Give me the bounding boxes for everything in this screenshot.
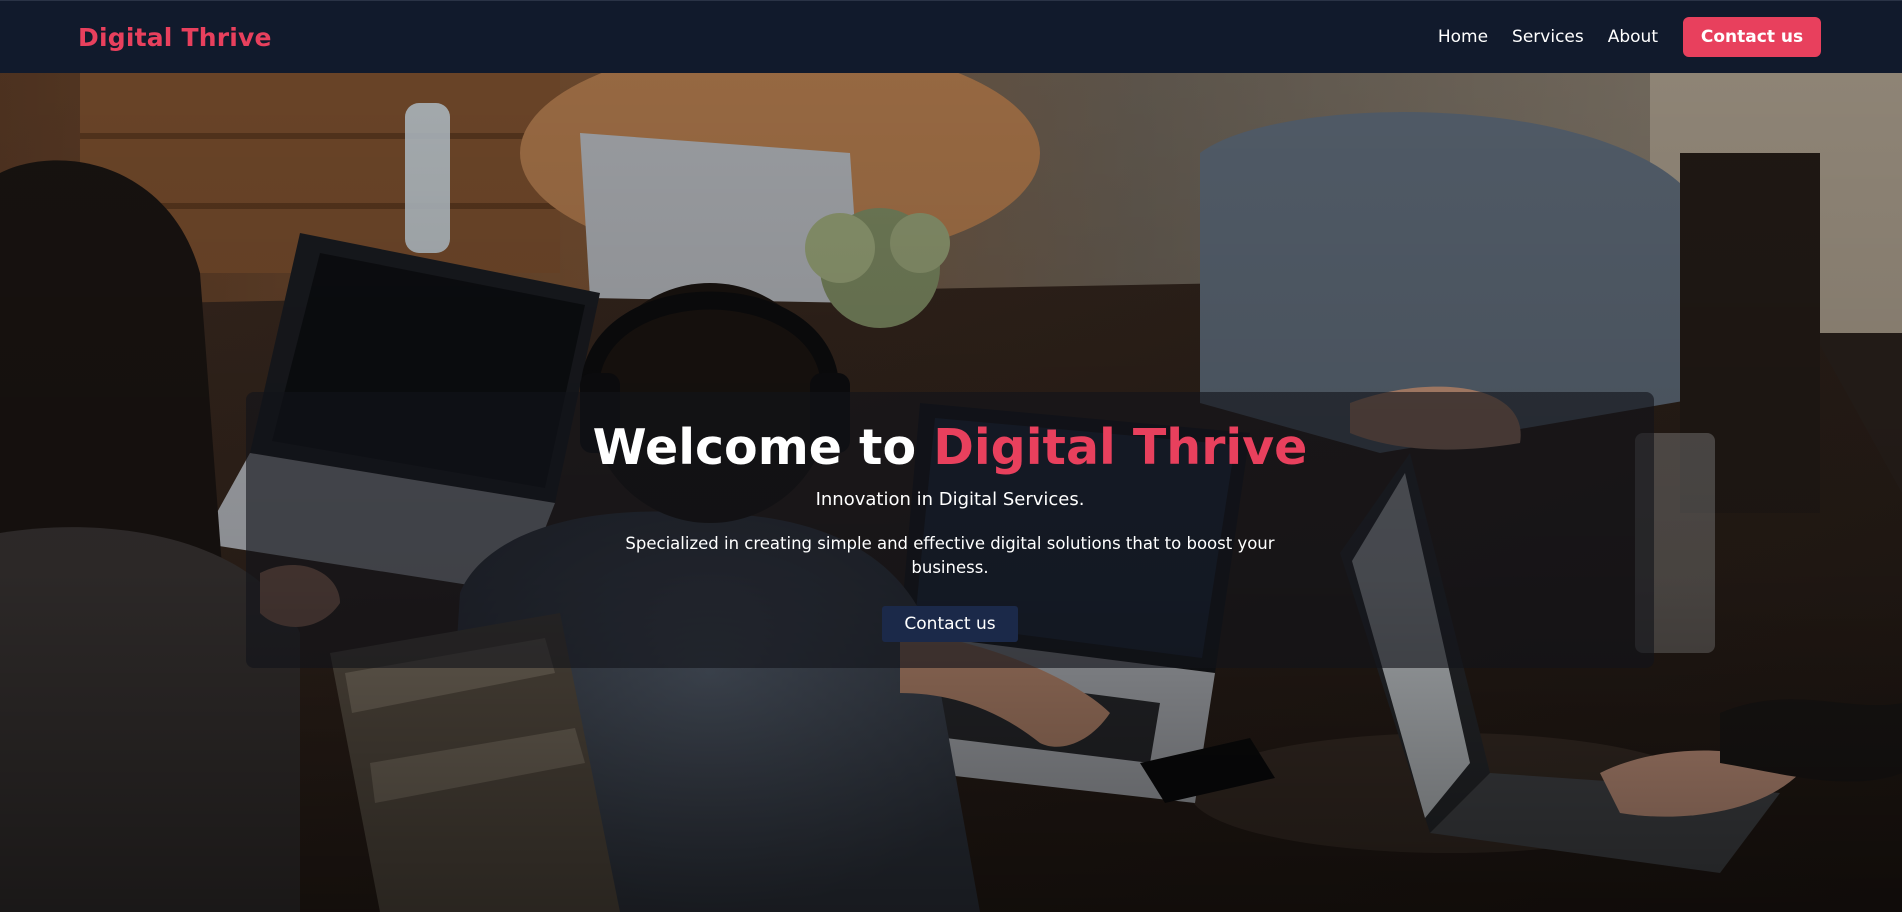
hero-title-accent: Digital Thrive xyxy=(933,419,1308,476)
nav-link-about[interactable]: About xyxy=(1608,27,1658,47)
hero-contact-us-button[interactable]: Contact us xyxy=(882,606,1018,642)
nav-link-services[interactable]: Services xyxy=(1512,27,1584,47)
contact-us-button[interactable]: Contact us xyxy=(1683,17,1821,57)
hero-title-prefix: Welcome to xyxy=(592,419,934,476)
navbar: Digital Thrive Home Services About Conta… xyxy=(0,0,1902,73)
hero-section: Welcome to Digital Thrive Innovation in … xyxy=(0,73,1902,912)
hero-subtitle: Innovation in Digital Services. xyxy=(815,489,1085,510)
nav-link-home[interactable]: Home xyxy=(1438,27,1488,47)
hero-description: Specialized in creating simple and effec… xyxy=(625,534,1275,577)
hero-title: Welcome to Digital Thrive xyxy=(246,418,1654,478)
hero-card: Welcome to Digital Thrive Innovation in … xyxy=(246,392,1654,668)
nav-links: Home Services About Contact us xyxy=(1414,17,1821,57)
brand-logo[interactable]: Digital Thrive xyxy=(78,23,272,52)
